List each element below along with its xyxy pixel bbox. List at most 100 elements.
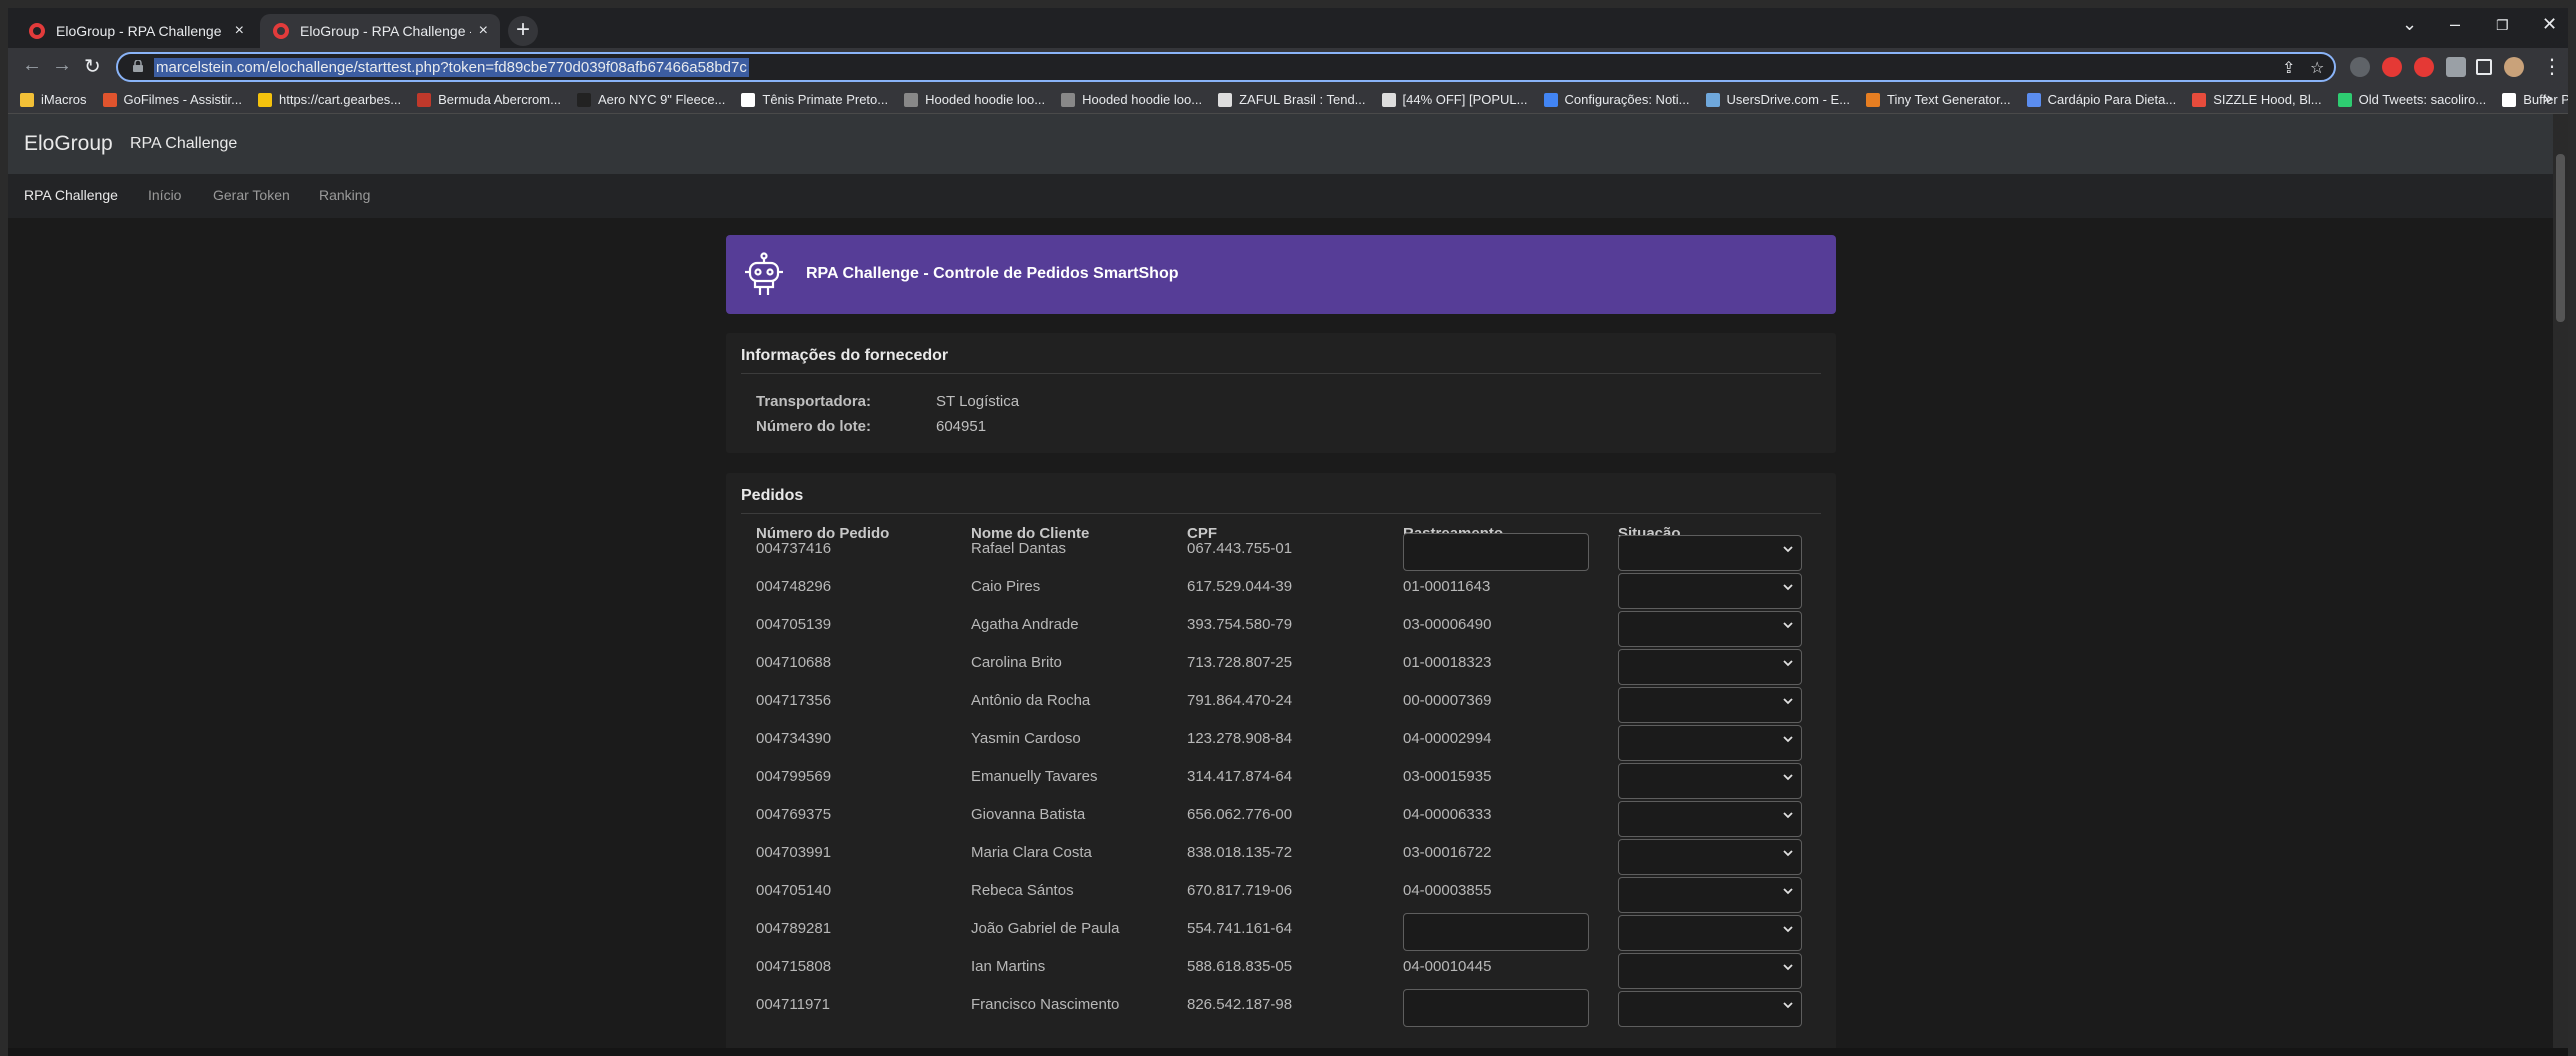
more-bookmarks-icon[interactable]: »	[2543, 90, 2552, 108]
bookmark-item[interactable]: Hooded hoodie loo...	[1061, 92, 1202, 107]
status-select[interactable]	[1618, 915, 1802, 951]
chevron-down-icon	[1783, 622, 1793, 629]
scrollbar-thumb[interactable]	[2556, 154, 2565, 322]
tracking-cell: 04-00002994	[1403, 730, 1492, 747]
os-taskbar	[8, 1048, 2568, 1056]
status-select[interactable]	[1618, 687, 1802, 723]
tracking-input[interactable]	[1403, 533, 1589, 571]
bookmark-item[interactable]: Tênis Primate Preto...	[741, 92, 888, 107]
minimize-icon[interactable]: –	[2450, 14, 2460, 35]
browser-tab-1[interactable]: EloGroup - RPA Challenge ×	[16, 14, 256, 48]
bookmark-item[interactable]: iMacros	[20, 92, 87, 107]
forward-icon[interactable]: →	[52, 54, 72, 77]
status-select[interactable]	[1618, 877, 1802, 913]
cpf-cell: 067.443.755-01	[1187, 540, 1293, 557]
status-select[interactable]	[1618, 801, 1802, 837]
close-tab-icon[interactable]: ×	[479, 22, 488, 40]
extensions-puzzle-icon[interactable]	[2446, 57, 2466, 77]
cpf-cell: 588.618.835-05	[1187, 958, 1293, 975]
status-select[interactable]	[1618, 573, 1802, 609]
bookmark-item[interactable]: [44% OFF] [POPUL...	[1381, 92, 1528, 107]
divider	[741, 373, 1821, 374]
cpf-cell: 617.529.044-39	[1187, 578, 1293, 595]
bookmark-star-icon[interactable]: ☆	[2310, 58, 2324, 78]
chevron-down-icon	[1783, 660, 1793, 667]
carrier-value: ST Logística	[936, 393, 1020, 410]
browser-tab-2[interactable]: EloGroup - RPA Challenge - Contr ×	[260, 14, 500, 48]
status-select[interactable]	[1618, 535, 1802, 571]
bookmark-favicon-icon	[257, 92, 272, 107]
bookmark-item[interactable]: Aero NYC 9" Fleece...	[576, 92, 725, 107]
extension-glasses-icon[interactable]	[2350, 57, 2370, 77]
status-select[interactable]	[1618, 991, 1802, 1027]
bookmark-item[interactable]: Cardápio Para Dieta...	[2026, 92, 2176, 107]
bookmark-item[interactable]: Buffer Publish	[2502, 92, 2568, 107]
bookmark-item[interactable]: SIZZLE Hood, Bl...	[2192, 92, 2322, 107]
page-scrollbar[interactable]	[2553, 114, 2568, 1056]
share-icon[interactable]: ⇪	[2282, 58, 2295, 78]
chevron-down-icon	[1783, 546, 1793, 553]
order-number-cell: 004799569	[756, 768, 832, 785]
status-select[interactable]	[1618, 839, 1802, 875]
tab-search-icon[interactable]: ⌄	[2402, 14, 2417, 35]
chevron-down-icon	[1783, 964, 1793, 971]
extension-hand-icon[interactable]	[2414, 57, 2434, 77]
bookmark-item[interactable]: Hooded hoodie loo...	[904, 92, 1045, 107]
bookmarks-bar: iMacros GoFilmes - Assistir... https://car…	[8, 86, 2568, 114]
tracking-cell: 04-00006333	[1403, 806, 1492, 823]
status-select[interactable]	[1618, 953, 1802, 989]
bookmark-label: UsersDrive.com - E...	[1726, 92, 1851, 107]
close-window-icon[interactable]: ✕	[2542, 14, 2557, 35]
bookmark-label: SIZZLE Hood, Bl...	[2213, 92, 2322, 107]
new-tab-button[interactable]: +	[508, 16, 538, 46]
bookmark-item[interactable]: https://cart.gearbes...	[257, 92, 401, 107]
order-number-cell: 004769375	[756, 806, 832, 823]
status-select[interactable]	[1618, 649, 1802, 685]
challenge-banner: RPA Challenge - Controle de Pedidos Smar…	[726, 235, 1836, 314]
restore-icon[interactable]: ❐	[2496, 17, 2509, 34]
reload-icon[interactable]: ↻	[84, 54, 101, 79]
chevron-down-icon	[1783, 926, 1793, 933]
back-icon[interactable]: ←	[22, 54, 42, 77]
side-panel-icon[interactable]	[2476, 59, 2492, 75]
nav-link-rpa-challenge[interactable]: RPA Challenge	[24, 187, 118, 203]
nav-link-ranking[interactable]: Ranking	[319, 187, 370, 203]
nav-link-inicio[interactable]: Início	[148, 187, 181, 203]
tracking-input[interactable]	[1403, 913, 1589, 951]
orders-card: Pedidos Número do Pedido Nome do Cliente…	[726, 473, 1836, 1056]
batch-value: 604951	[936, 418, 987, 435]
address-bar[interactable]: marcelstein.com/elochallenge/starttest.p…	[116, 52, 2336, 82]
bookmark-item[interactable]: Old Tweets: sacoliro...	[2337, 92, 2486, 107]
url-text[interactable]: marcelstein.com/elochallenge/starttest.p…	[154, 58, 749, 77]
status-select[interactable]	[1618, 611, 1802, 647]
nav-link-gerar-token[interactable]: Gerar Token	[213, 187, 290, 203]
client-name-cell: Yasmin Cardoso	[971, 730, 1081, 747]
bookmark-item[interactable]: Configurações: Noti...	[1543, 92, 1690, 107]
tracking-cell: 01-00011643	[1403, 578, 1491, 595]
bookmark-item[interactable]: Tiny Text Generator...	[1866, 92, 2011, 107]
adblock-icon[interactable]	[2382, 57, 2402, 77]
bookmark-item[interactable]: UsersDrive.com - E...	[1705, 92, 1851, 107]
bookmark-favicon-icon	[417, 92, 432, 107]
robot-icon	[745, 252, 783, 295]
elogroup-favicon-icon	[273, 23, 289, 39]
menu-kebab-icon[interactable]: ⋮	[2542, 54, 2562, 79]
bookmark-label: Hooded hoodie loo...	[925, 92, 1046, 107]
bookmark-item[interactable]: ZAFUL Brasil : Tend...	[1218, 92, 1366, 107]
batch-value-wrap: 604951	[936, 418, 986, 435]
tracking-input[interactable]	[1403, 989, 1589, 1027]
close-tab-icon[interactable]: ×	[235, 22, 244, 40]
bookmark-item[interactable]: GoFilmes - Assistir...	[102, 92, 242, 107]
bookmark-item[interactable]: Bermuda Abercrom...	[417, 92, 561, 107]
browser-window: EloGroup - RPA Challenge × EloGroup - RP…	[8, 8, 2568, 1056]
client-name-cell: Rebeca Sántos	[971, 882, 1074, 899]
status-select[interactable]	[1618, 763, 1802, 799]
status-select[interactable]	[1618, 725, 1802, 761]
avatar[interactable]	[2504, 57, 2524, 77]
chevron-down-icon	[1783, 736, 1793, 743]
tracking-cell: 01-00018323	[1403, 654, 1492, 671]
brand-logo[interactable]: EloGroup	[24, 132, 113, 156]
order-number-cell: 004717356	[756, 692, 832, 709]
page-content: EloGroup RPA Challenge RPA Challenge Iní…	[8, 114, 2568, 1056]
bookmark-favicon-icon	[904, 92, 919, 107]
